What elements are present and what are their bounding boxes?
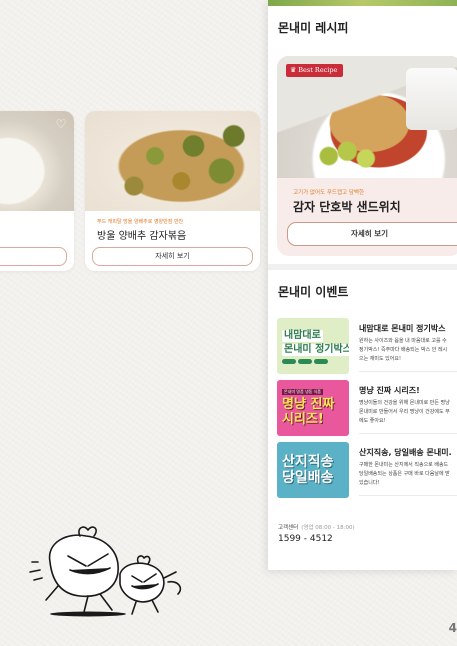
detail-button[interactable]: 기 bbox=[0, 247, 67, 266]
best-recipe-badge: ♛ Best Recipe bbox=[286, 64, 344, 77]
event-thumbnail: 내맘대로 몬내미 정기박스 bbox=[277, 318, 349, 374]
event-item[interactable]: 내맘대로 몬내미 정기박스 내맘대로 몬내미 정기박스 원하는 사이즈와 옵을 … bbox=[277, 318, 457, 376]
recipe-card-partial[interactable]: ♡ 기 bbox=[0, 111, 74, 271]
recipe-subtitle: 고기가 없어도 푸드캡고 담백한 bbox=[293, 190, 365, 196]
recipe-section-title: 몬내미 레시피 bbox=[278, 21, 349, 35]
event-description: 원하는 사이즈와 옵을 내 마음대로 고를 수 정기박스! 즉주마다 배송되는 … bbox=[359, 338, 448, 362]
event-title: 내맘대로 몬내미 정기박스 bbox=[359, 324, 446, 333]
event-description: 구매한 몬내미는 산지에서 직송으로 배송드 당일배송되는 상품은 구매 바로 … bbox=[359, 462, 450, 486]
recipe-detail-button[interactable]: 자세히 보기 bbox=[287, 222, 457, 246]
event-item[interactable]: 몬내미 명품 냉동 식품 명냥 진짜 시리즈! 명냥 진짜 시리즈! 명냥이들의… bbox=[277, 380, 457, 438]
page-number: 4 bbox=[448, 621, 457, 635]
recipe-card-brussels[interactable]: 푸드 캐피탈 방울 양배추로 영양만점 반찬 방울 양배추 감자볶음 자세히 보… bbox=[85, 111, 260, 271]
crown-icon: ♛ bbox=[290, 66, 297, 74]
detail-button[interactable]: 자세히 보기 bbox=[92, 247, 253, 266]
event-title: 산지직송, 당일배송 몬내미. bbox=[359, 448, 452, 457]
event-separator bbox=[359, 433, 457, 434]
event-title: 명냥 진짜 시리즈! bbox=[359, 386, 420, 395]
mascot-illustration bbox=[29, 526, 182, 617]
recipe-name: 감자 단호박 샌드위치 bbox=[293, 200, 401, 214]
customer-center-phone[interactable]: 1599 - 4512 bbox=[278, 534, 333, 544]
event-thumbnail: 산지직송 당일배송 bbox=[277, 442, 349, 498]
heart-icon[interactable]: ♡ bbox=[54, 117, 68, 131]
event-thumbnail: 몬내미 명품 냉동 식품 명냥 진짜 시리즈! bbox=[277, 380, 349, 436]
section-divider bbox=[268, 264, 457, 270]
thumb-pills bbox=[282, 358, 328, 364]
event-separator bbox=[359, 371, 457, 372]
card-title: 방울 양배추 감자볶음 bbox=[97, 231, 187, 242]
featured-recipe-card[interactable]: ♛ Best Recipe 고기가 없어도 푸드캡고 담백한 감자 단호박 샌드위… bbox=[277, 56, 457, 256]
milk-glass bbox=[406, 68, 457, 130]
mobile-panel: 몬내미 레시피 ♛ Best Recipe 고기가 없어도 푸드캡고 담백한 감자… bbox=[268, 0, 457, 570]
customer-center-label: 고객센터 (영업 08:00 - 18:00) bbox=[278, 525, 355, 531]
card-subtitle: 푸드 캐피탈 방울 양배추로 영양만점 반찬 bbox=[97, 219, 184, 225]
event-description: 명냥이들의 건강을 위해 몬내미로 만든 명냥 몬내미로 만들어서 우리 명냥이… bbox=[359, 400, 450, 424]
brussels-sprouts-image bbox=[85, 111, 260, 211]
business-hours: (영업 08:00 - 18:00) bbox=[301, 525, 355, 531]
event-separator bbox=[359, 495, 457, 496]
event-section-title: 몬내미 이벤트 bbox=[278, 285, 349, 299]
event-item[interactable]: 산지직송 당일배송 산지직송, 당일배송 몬내미. 구매한 몬내미는 산지에서 … bbox=[277, 442, 457, 500]
thumb-small-label: 몬내미 명품 냉동 식품 bbox=[282, 389, 323, 395]
top-banner-edge bbox=[268, 0, 457, 6]
